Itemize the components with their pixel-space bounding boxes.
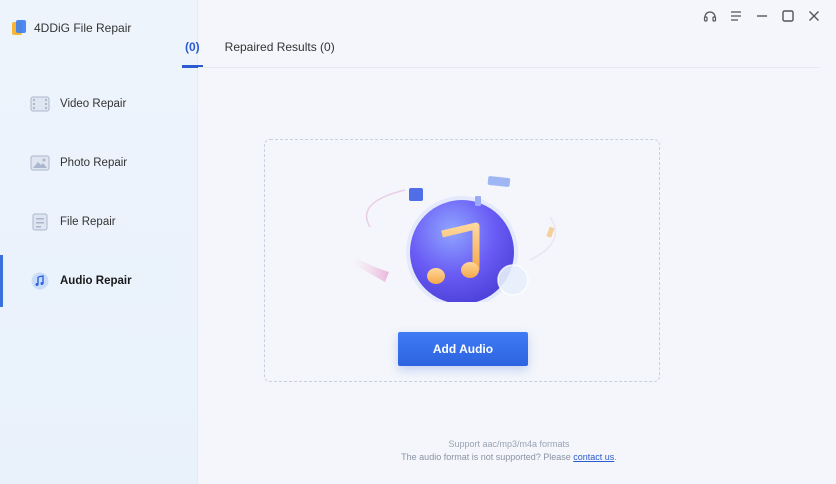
unsupported-format-text: The audio format is not supported? Pleas… — [401, 452, 617, 462]
tab-queue[interactable]: (0) — [182, 36, 203, 68]
menu-icon[interactable] — [728, 8, 744, 24]
sidebar-item-label: Photo Repair — [60, 157, 128, 169]
contact-us-link[interactable]: contact us — [573, 452, 614, 462]
add-audio-button[interactable]: Add Audio — [398, 332, 528, 366]
sidebar-item-video-repair[interactable]: Video Repair — [0, 78, 183, 130]
headset-icon[interactable] — [702, 8, 718, 24]
sidebar-item-label: File Repair — [60, 216, 116, 228]
app-title: 4DDiG File Repair — [34, 21, 132, 35]
maximize-icon[interactable] — [780, 8, 796, 24]
video-icon — [30, 95, 50, 113]
window-controls — [702, 8, 822, 24]
sidebar-item-label: Audio Repair — [60, 275, 132, 287]
sidebar-item-label: Video Repair — [60, 98, 127, 110]
file-icon — [30, 213, 50, 231]
tab-divider — [198, 67, 820, 68]
music-note-icon — [30, 272, 50, 290]
tab-repaired-results[interactable]: Repaired Results (0) — [223, 36, 337, 68]
close-icon[interactable] — [806, 8, 822, 24]
sidebar-item-photo-repair[interactable]: Photo Repair — [0, 137, 183, 189]
sidebar-item-audio-repair[interactable]: Audio Repair — [0, 255, 183, 307]
photo-icon — [30, 154, 50, 172]
app-logo-icon — [12, 20, 26, 36]
result-tabs: (0) Repaired Results (0) — [182, 36, 337, 68]
audio-illustration — [353, 176, 556, 302]
sidebar-item-file-repair[interactable]: File Repair — [0, 196, 183, 248]
support-formats-text: Support aac/mp3/m4a formats — [448, 439, 570, 449]
sidebar: 4DDiG File Repair Video Repair Photo Rep… — [0, 0, 198, 484]
audio-drop-zone[interactable]: Add Audio — [264, 139, 660, 382]
minimize-icon[interactable] — [754, 8, 770, 24]
brand: 4DDiG File Repair — [12, 18, 131, 38]
